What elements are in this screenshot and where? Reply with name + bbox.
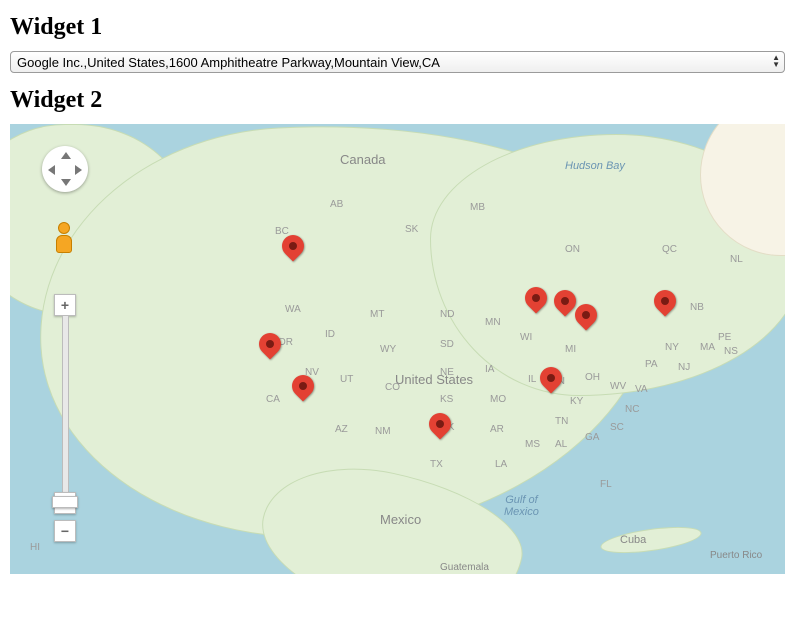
map-marker-seattle[interactable] [282, 235, 304, 269]
pan-right-icon[interactable] [75, 165, 82, 175]
region-code: AL [555, 439, 567, 450]
label-cuba: Cuba [620, 534, 646, 546]
region-code: NM [375, 426, 391, 437]
region-code: SC [610, 422, 624, 433]
region-code: WV [610, 381, 626, 392]
region-code: PE [718, 332, 731, 343]
region-code: AZ [335, 424, 348, 435]
map-canvas[interactable]: Canada Hudson Bay United States Mexico G… [10, 124, 785, 574]
region-code: NJ [678, 362, 690, 373]
region-code: ID [325, 329, 335, 340]
region-code: NS [724, 346, 738, 357]
region-code: MN [485, 317, 501, 328]
marker-dot-icon [661, 297, 669, 305]
marker-dot-icon [561, 297, 569, 305]
marker-dot-icon [436, 420, 444, 428]
region-code: GA [585, 432, 599, 443]
region-code: CA [266, 394, 280, 405]
zoom-in-button[interactable]: + [54, 294, 76, 316]
landmass [599, 522, 703, 558]
label-puerto-rico: Puerto Rico [710, 550, 762, 561]
marker-dot-icon [289, 242, 297, 250]
widget1-title: Widget 1 [10, 14, 785, 41]
label-mexico: Mexico [380, 512, 421, 527]
pan-up-icon[interactable] [61, 152, 71, 159]
region-code: MS [525, 439, 540, 450]
pegman-icon[interactable] [54, 222, 74, 252]
zoom-handle[interactable] [52, 496, 78, 508]
region-code: NL [730, 254, 743, 265]
region-code: WI [520, 332, 532, 343]
region-code: OH [585, 372, 600, 383]
region-code: KS [440, 394, 453, 405]
marker-dot-icon [266, 340, 274, 348]
region-code: HI [30, 542, 40, 553]
location-select-value: Google Inc.,United States,1600 Amphithea… [17, 55, 440, 70]
map-marker-pittsburgh[interactable] [575, 304, 597, 338]
region-code: MO [490, 394, 506, 405]
map-marker-austin[interactable] [429, 413, 451, 447]
map-marker-ann-arbor[interactable] [554, 290, 576, 324]
marker-dot-icon [299, 382, 307, 390]
region-code: ND [440, 309, 454, 320]
region-code: IA [485, 364, 494, 375]
region-code: SD [440, 339, 454, 350]
map-marker-madison[interactable] [525, 287, 547, 321]
region-code: AB [330, 199, 343, 210]
marker-dot-icon [532, 294, 540, 302]
region-code: AR [490, 424, 504, 435]
region-code: WA [285, 304, 301, 315]
region-code: MA [700, 342, 715, 353]
region-code: IL [528, 374, 536, 385]
region-code: VA [635, 384, 648, 395]
region-code: NY [665, 342, 679, 353]
region-code: CO [385, 382, 400, 393]
region-code: MI [565, 344, 576, 355]
widget2-title: Widget 2 [10, 87, 785, 114]
region-code: NE [440, 367, 454, 378]
pan-left-icon[interactable] [48, 165, 55, 175]
label-gulf-of-mexico: Gulf of Mexico [504, 494, 539, 518]
location-select[interactable]: Google Inc.,United States,1600 Amphithea… [10, 51, 785, 73]
region-code: MT [370, 309, 384, 320]
region-code: TN [555, 416, 568, 427]
label-hudson-bay: Hudson Bay [565, 160, 625, 172]
region-code: FL [600, 479, 612, 490]
region-code: MB [470, 202, 485, 213]
marker-dot-icon [547, 374, 555, 382]
region-code: SK [405, 224, 418, 235]
region-code: NC [625, 404, 639, 415]
region-code: KY [570, 396, 583, 407]
map-marker-northern-ca[interactable] [259, 333, 281, 367]
pan-down-icon[interactable] [61, 179, 71, 186]
region-code: ON [565, 244, 580, 255]
region-code: NB [690, 302, 704, 313]
map-marker-atlanta[interactable] [540, 367, 562, 401]
region-code: WY [380, 344, 396, 355]
marker-dot-icon [582, 311, 590, 319]
zoom-track[interactable] [62, 316, 69, 492]
region-code: UT [340, 374, 353, 385]
select-arrows-icon: ▲▼ [772, 54, 780, 68]
region-code: LA [495, 459, 507, 470]
pan-control[interactable] [42, 146, 88, 192]
label-united-states: United States [395, 372, 473, 387]
map-marker-new-york[interactable] [654, 290, 676, 324]
map-marker-los-angeles[interactable] [292, 375, 314, 409]
region-code: PA [645, 359, 658, 370]
label-canada: Canada [340, 152, 386, 167]
region-code: TX [430, 459, 443, 470]
zoom-control: + − − [55, 294, 75, 542]
zoom-reset-button[interactable]: − [54, 520, 76, 542]
label-guatemala: Guatemala [440, 562, 489, 573]
region-code: QC [662, 244, 677, 255]
